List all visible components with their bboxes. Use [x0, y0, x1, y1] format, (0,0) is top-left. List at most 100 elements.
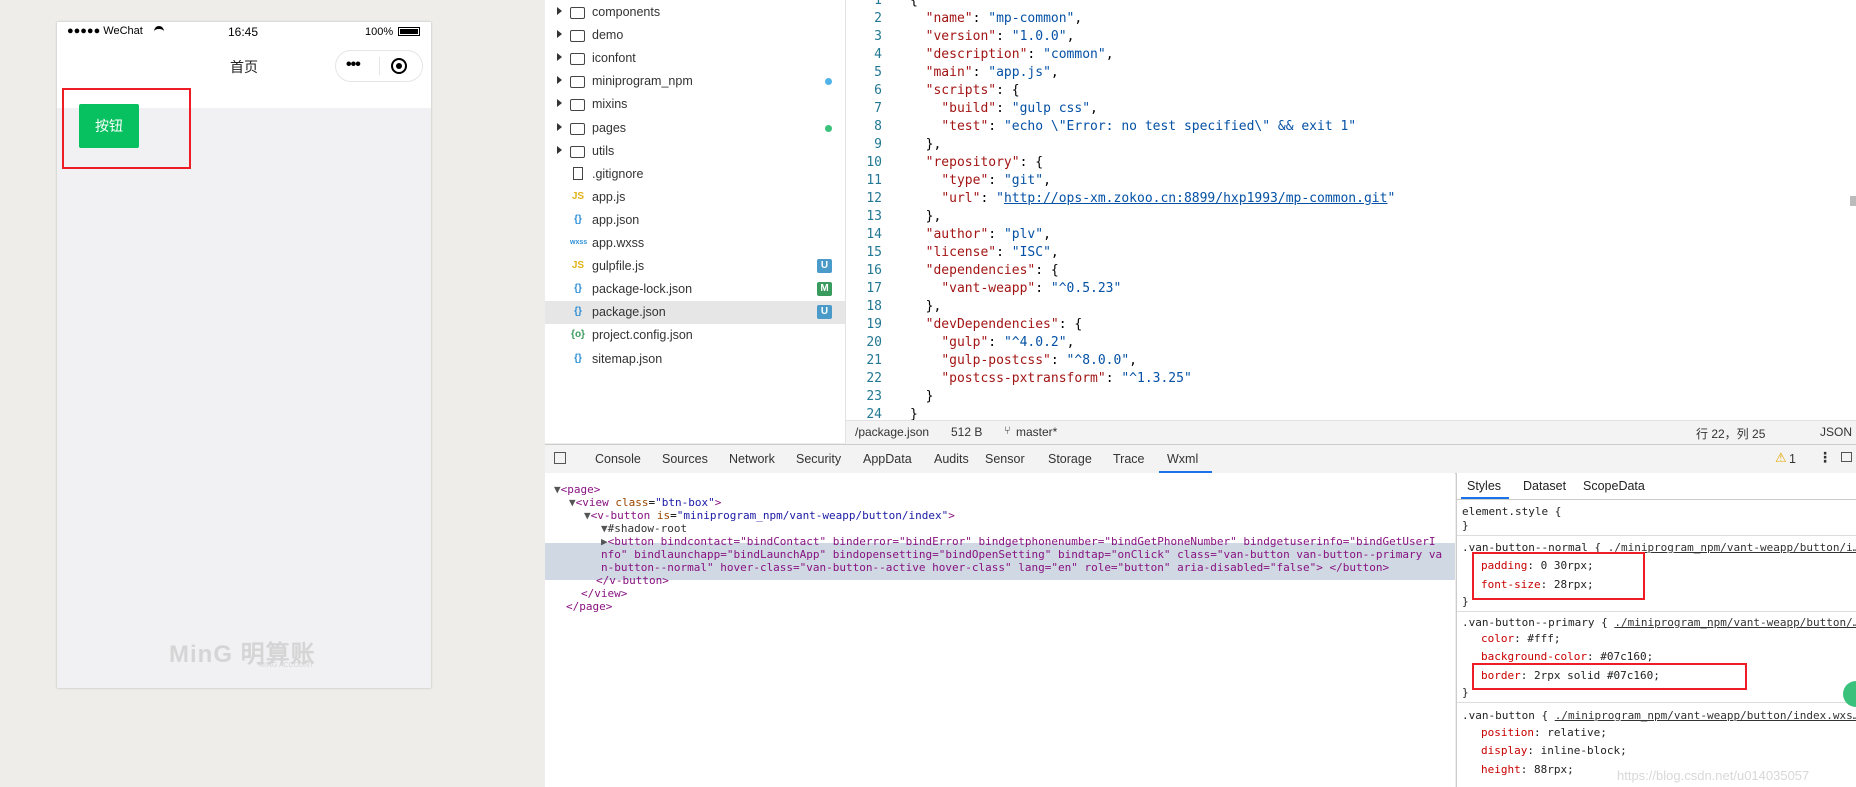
code-line[interactable]: 7 "build": "gulp css", [846, 100, 1098, 118]
style-prop[interactable]: background-color: #07c160; [1481, 650, 1653, 664]
chevron-right-icon[interactable] [557, 99, 562, 108]
file-tree-item[interactable]: miniprogram_npm [545, 70, 845, 93]
tab-storage[interactable]: Storage [1048, 452, 1092, 466]
tab-wxml[interactable]: Wxml [1159, 452, 1212, 473]
file-tree-item[interactable]: .gitignore [545, 163, 845, 186]
file-tree-item[interactable]: pages [545, 117, 845, 140]
code-line[interactable]: 14 "author": "plv", [846, 226, 1051, 244]
editor-scrollbar[interactable] [1850, 196, 1856, 206]
more-icon[interactable]: ••• [346, 56, 361, 74]
line-number: 9 [874, 137, 882, 152]
dock-icon[interactable] [1841, 452, 1852, 462]
code-line[interactable]: 16 "dependencies": { [846, 262, 1058, 280]
code-line[interactable]: 18 }, [846, 298, 941, 316]
wxml-line-selected[interactable]: ▶<button bindcontact="bindContact" binde… [601, 535, 1435, 548]
code-editor[interactable]: 1{2 "name": "mp-common", 3 "version": "1.… [846, 0, 1856, 420]
file-tree-item[interactable]: utils [545, 140, 845, 163]
menu-capsule[interactable]: ••• [335, 50, 423, 82]
styles-panel[interactable]: Styles Dataset ScopeData element.style {… [1456, 473, 1856, 787]
status-cursor[interactable]: 行 22，列 25 [1696, 425, 1765, 442]
wxml-line[interactable]: ▼<v-button is="miniprogram_npm/vant-weap… [584, 509, 955, 522]
code-line[interactable]: 10 "repository": { [846, 154, 1043, 172]
file-tree-item[interactable]: mixins [545, 93, 845, 116]
file-tree-item[interactable]: {} app.json [545, 209, 845, 232]
code-line[interactable]: 21 "gulp-postcss": "^8.0.0", [846, 352, 1137, 370]
warning-count[interactable]: 1 [1789, 452, 1796, 466]
file-tree-item[interactable]: iconfont [545, 47, 845, 70]
code-line[interactable]: 24} [846, 406, 917, 420]
side-float-button[interactable] [1843, 681, 1856, 707]
more-vert-icon[interactable]: ⋮ [1818, 449, 1832, 466]
tab-styles[interactable]: Styles [1467, 479, 1501, 493]
chevron-right-icon[interactable] [557, 122, 562, 131]
file-tree-item[interactable]: {} sitemap.json [545, 348, 845, 371]
chevron-right-icon[interactable] [557, 30, 562, 39]
status-branch[interactable]: master* [1016, 425, 1057, 439]
tab-network[interactable]: Network [729, 452, 775, 466]
tab-trace[interactable]: Trace [1113, 452, 1145, 466]
tab-audits[interactable]: Audits [934, 452, 969, 466]
wxml-line-selected[interactable]: nfo" bindlaunchapp="bindLaunchApp" bindo… [601, 548, 1442, 561]
code-line[interactable]: 19 "devDependencies": { [846, 316, 1082, 334]
tab-console[interactable]: Console [595, 452, 641, 466]
wxml-line[interactable]: ▼<page> [554, 483, 600, 496]
wxml-line[interactable]: </page> [566, 600, 612, 613]
tab-security[interactable]: Security [796, 452, 841, 466]
code-line[interactable]: 17 "vant-weapp": "^0.5.23" [846, 280, 1121, 298]
code-line[interactable]: 2 "name": "mp-common", [846, 10, 1082, 28]
status-path[interactable]: /package.json [855, 425, 929, 439]
file-tree-item[interactable]: components [545, 1, 845, 24]
tab-sensor[interactable]: Sensor [985, 452, 1025, 466]
chevron-right-icon[interactable] [557, 7, 562, 15]
wxml-line[interactable]: </v-button> [596, 574, 669, 587]
style-prop[interactable]: display: inline-block; [1481, 744, 1627, 758]
chevron-right-icon[interactable] [557, 76, 562, 85]
rule-selector[interactable]: .van-button--primary { ./miniprogram_npm… [1462, 616, 1856, 630]
rule-separator [1457, 611, 1856, 612]
folder-icon [570, 145, 585, 158]
code-line[interactable]: 13 }, [846, 208, 941, 226]
code-line[interactable]: 3 "version": "1.0.0", [846, 28, 1074, 46]
code-line[interactable]: 1{ [846, 0, 918, 10]
wxml-line[interactable]: ▼#shadow-root [601, 522, 687, 535]
style-prop[interactable]: position: relative; [1481, 726, 1607, 740]
code-line[interactable]: 20 "gulp": "^4.0.2", [846, 334, 1074, 352]
file-tree-item[interactable]: {} package-lock.json M [545, 278, 845, 301]
code-line[interactable]: 6 "scripts": { [846, 82, 1019, 100]
chevron-right-icon[interactable] [557, 53, 562, 62]
wxml-line[interactable]: </view> [581, 587, 627, 600]
code-line[interactable]: 22 "postcss-pxtransform": "^1.3.25" [846, 370, 1191, 388]
code-line[interactable]: 5 "main": "app.js", [846, 64, 1059, 82]
wxml-panel[interactable]: ▼<page> ▼<view class="btn-box"> ▼<v-butt… [545, 473, 1455, 787]
inspect-element-icon[interactable] [554, 452, 566, 464]
code-line[interactable]: 4 "description": "common", [846, 46, 1113, 64]
style-prop[interactable]: color: #fff; [1481, 632, 1561, 646]
tab-sources[interactable]: Sources [662, 452, 708, 466]
wxml-line[interactable]: ▼<view class="btn-box"> [569, 496, 721, 509]
primary-button[interactable]: 按钮 [79, 104, 139, 148]
status-lang[interactable]: JSON [1820, 425, 1852, 439]
code-line[interactable]: 23 } [846, 388, 933, 406]
tab-scopedata[interactable]: ScopeData [1583, 479, 1645, 493]
file-tree-label: pages [592, 120, 627, 135]
rule-element-style[interactable]: element.style { [1462, 505, 1561, 519]
code-line[interactable]: 12 "url": "http://ops-xm.zokoo.cn:8899/h… [846, 190, 1395, 208]
rule-selector[interactable]: .van-button { ./miniprogram_npm/vant-wea… [1462, 709, 1856, 723]
tab-appdata[interactable]: AppData [863, 452, 912, 466]
file-tree-item[interactable]: {o} project.config.json [545, 324, 845, 347]
tab-dataset[interactable]: Dataset [1523, 479, 1566, 493]
chevron-right-icon[interactable] [557, 145, 562, 154]
file-tree-item[interactable]: JS gulpfile.js U [545, 255, 845, 278]
code-line[interactable]: 11 "type": "git", [846, 172, 1051, 190]
warning-icon[interactable]: ⚠ [1775, 450, 1787, 466]
style-prop[interactable]: height: 88rpx; [1481, 763, 1574, 777]
code-line[interactable]: 9 }, [846, 136, 941, 154]
file-tree-item[interactable]: demo [545, 24, 845, 47]
code-line[interactable]: 8 "test": "echo \"Error: no test specifi… [846, 118, 1356, 136]
file-tree-item[interactable]: wxss app.wxss [545, 232, 845, 255]
close-mini-icon[interactable] [391, 58, 407, 74]
file-tree-item[interactable]: {} package.json U [545, 301, 845, 325]
file-tree-item[interactable]: JS app.js [545, 186, 845, 209]
code-line[interactable]: 15 "license": "ISC", [846, 244, 1058, 262]
wxml-line-selected[interactable]: n-button--normal" hover-class="van-butto… [601, 561, 1389, 574]
